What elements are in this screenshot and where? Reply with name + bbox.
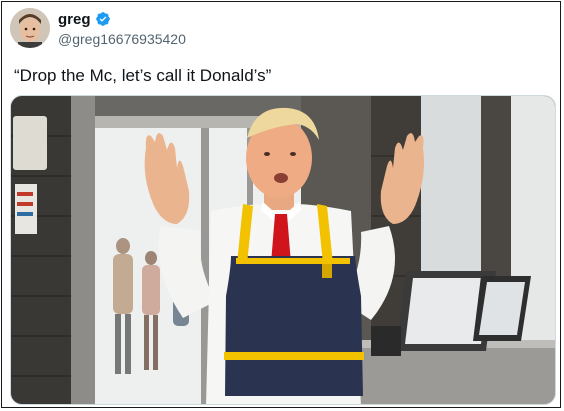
name-row: greg (58, 10, 186, 28)
avatar-image (10, 8, 50, 48)
apron (225, 256, 363, 396)
tweet-text: “Drop the Mc, let’s call it Donald’s” (14, 66, 272, 85)
handle[interactable]: @greg16676935420 (58, 31, 186, 47)
tweet-header: greg @greg16676935420 (10, 8, 410, 48)
wall-device (13, 116, 47, 170)
tweet-card: greg @greg16676935420 “Drop the Mc, let’… (1, 1, 561, 408)
media-photo[interactable] (10, 95, 556, 405)
author-names: greg @greg16676935420 (58, 10, 186, 48)
photo-illustration (11, 96, 555, 404)
verified-badge-icon (95, 12, 110, 26)
avatar[interactable] (10, 8, 50, 48)
display-name[interactable]: greg (58, 11, 91, 28)
